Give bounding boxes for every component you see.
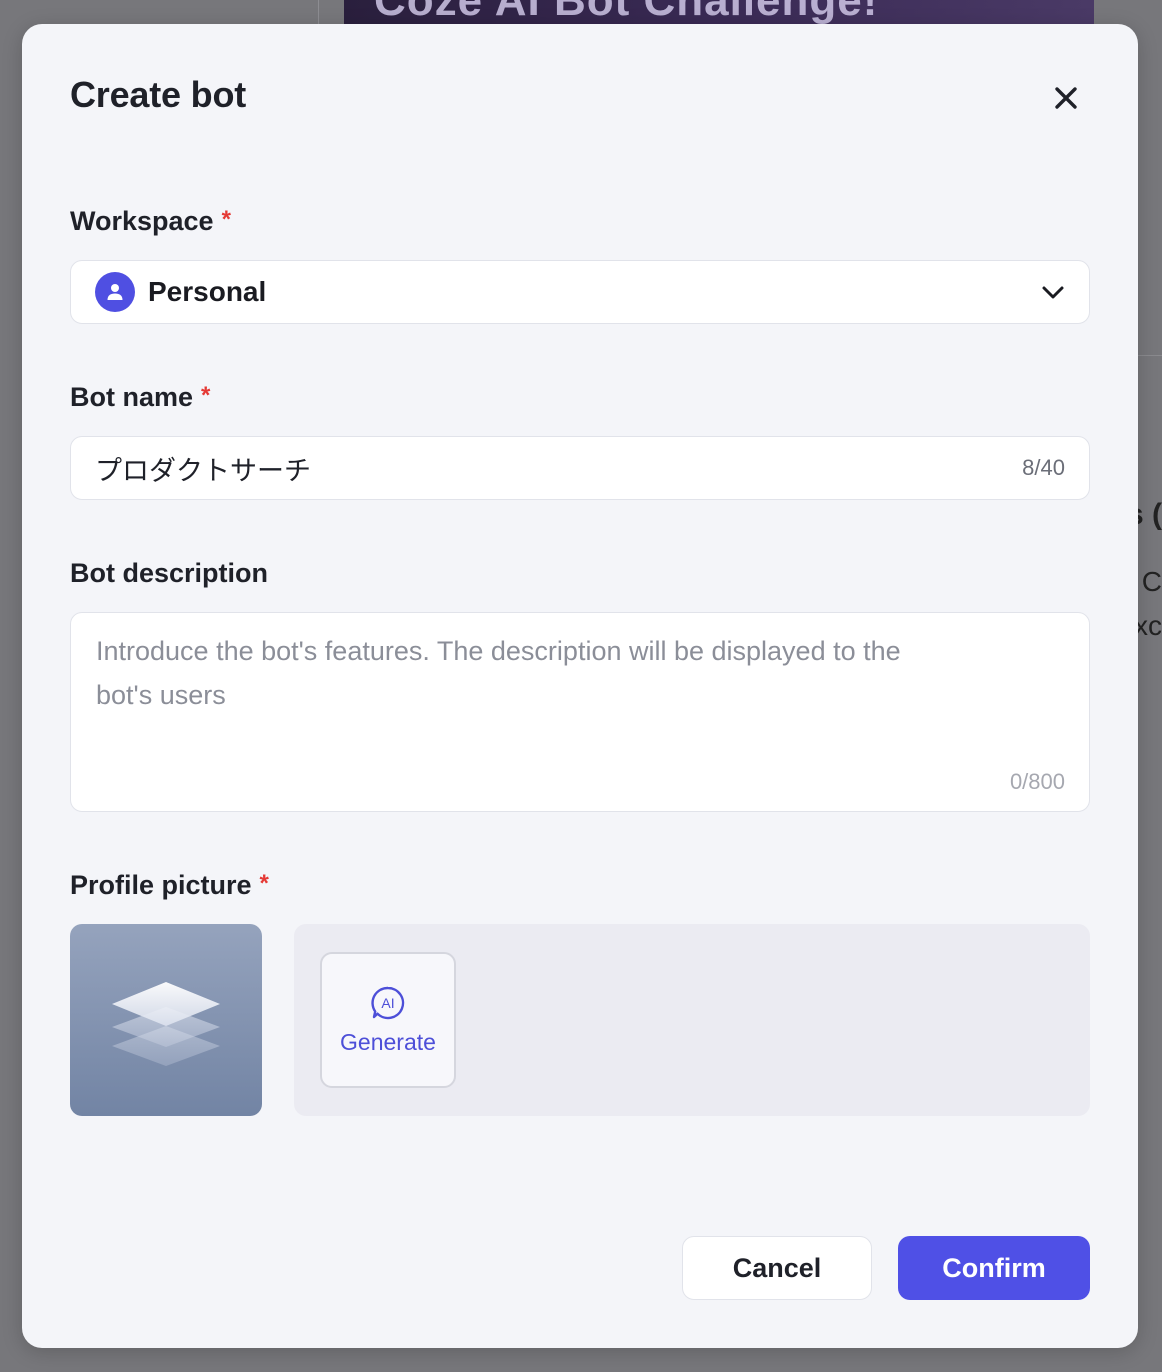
bot-name-char-counter: 8/40 <box>1022 455 1065 480</box>
background-text-fragment: C <box>1141 566 1162 597</box>
required-mark: * <box>221 206 231 233</box>
confirm-button[interactable]: Confirm <box>898 1236 1090 1300</box>
profile-picture-label-text: Profile picture <box>70 870 252 900</box>
bot-name-input[interactable]: プロダクトサーチ 8/40 <box>70 436 1090 500</box>
cancel-button[interactable]: Cancel <box>682 1236 872 1300</box>
ai-chat-icon: AI <box>371 986 405 1019</box>
bot-description-placeholder: Introduce the bot's features. The descri… <box>96 636 901 710</box>
background-banner-text: Coze AI Bot Challenge! <box>374 0 879 25</box>
background-card-edge-top <box>1137 355 1162 356</box>
bot-name-label: Bot name * <box>70 382 210 413</box>
generate-avatar-button[interactable]: AI Generate <box>320 952 456 1088</box>
required-mark: * <box>259 870 269 897</box>
svg-text:AI: AI <box>381 995 394 1011</box>
create-bot-dialog: Create bot Workspace * Personal Bot name *… <box>22 24 1138 1348</box>
workspace-select[interactable]: Personal <box>70 260 1090 324</box>
user-icon <box>95 272 135 312</box>
background-text-fragment: xc <box>1134 610 1162 641</box>
close-icon <box>1055 87 1077 109</box>
close-button[interactable] <box>1048 80 1084 116</box>
layers-icon <box>112 982 220 1066</box>
workspace-selected-value: Personal <box>148 276 267 307</box>
chevron-down-icon <box>1039 278 1067 306</box>
workspace-label: Workspace * <box>70 206 231 237</box>
bot-name-label-text: Bot name <box>70 382 194 412</box>
dialog-title: Create bot <box>70 74 247 115</box>
bot-description-textarea[interactable]: Introduce the bot's features. The descri… <box>70 612 1090 812</box>
workspace-label-text: Workspace <box>70 206 214 236</box>
bot-description-label: Bot description <box>70 558 269 588</box>
bot-description-char-counter: 0/800 <box>1009 769 1065 794</box>
generate-label: Generate <box>340 1028 436 1055</box>
bot-name-value: プロダクトサーチ <box>95 455 311 487</box>
profile-picture-preview[interactable] <box>70 924 262 1116</box>
profile-picture-label: Profile picture * <box>70 870 269 901</box>
required-mark: * <box>201 382 211 409</box>
avatar-generate-panel: AI Generate <box>294 924 1090 1116</box>
